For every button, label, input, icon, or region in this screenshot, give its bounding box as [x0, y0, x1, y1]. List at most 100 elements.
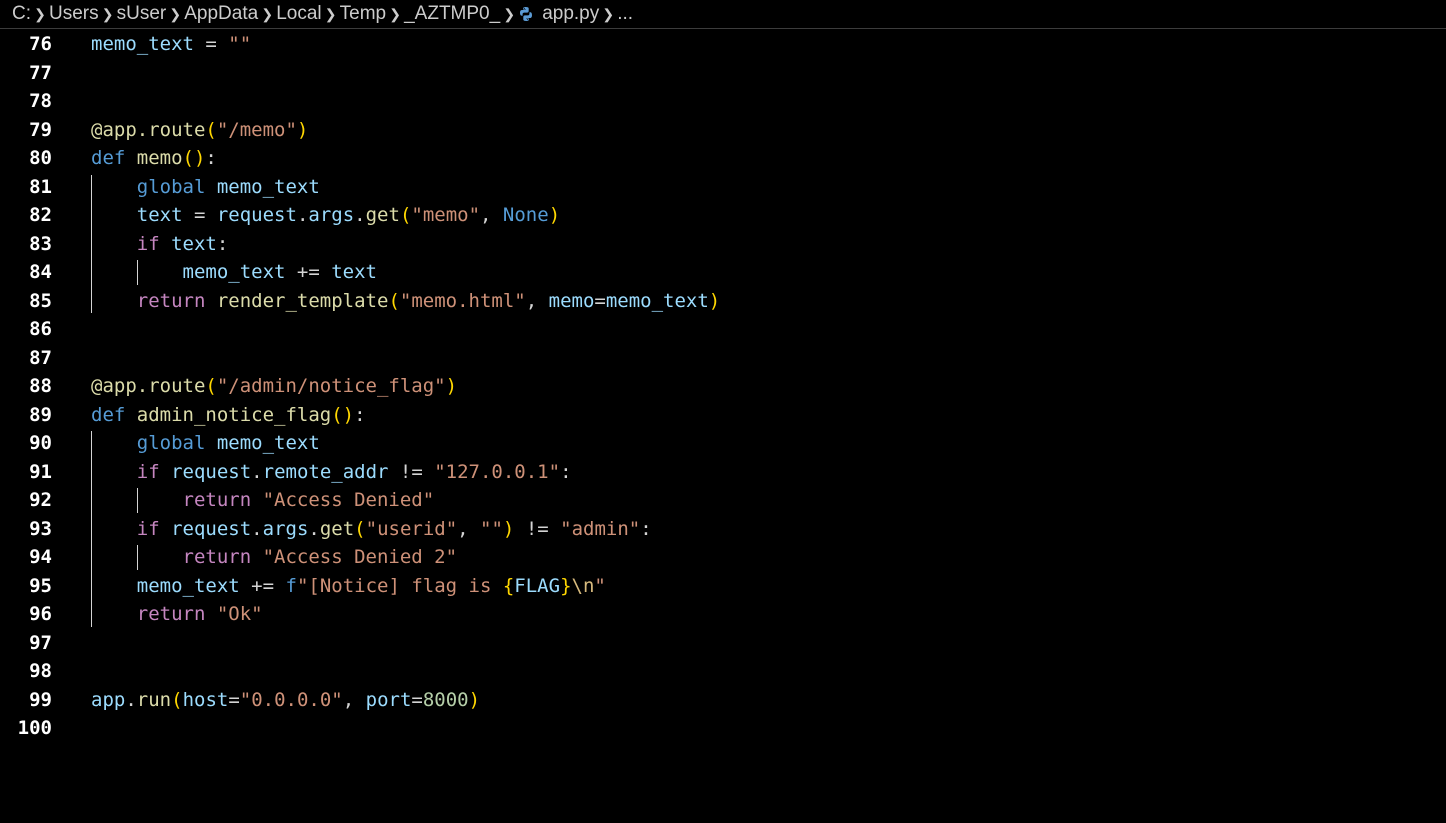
code-token: "Access Denied 2" [262, 546, 458, 568]
code-line[interactable]: 76 memo_text = "" [0, 30, 1446, 58]
code-line[interactable]: 78 [0, 87, 1446, 115]
chevron-right-icon: ❯ [34, 5, 46, 22]
code-token: : [205, 147, 217, 169]
code-text: @app.route("/memo") [91, 116, 308, 144]
code-line[interactable]: 86 [0, 315, 1446, 343]
code-line[interactable]: 82 text = request.args.get("memo", None) [0, 201, 1446, 229]
code-token: FLAG [514, 574, 561, 597]
code-token: if [136, 232, 172, 255]
chevron-right-icon: ❯ [503, 5, 516, 22]
code-token: return [136, 289, 217, 312]
code-line[interactable]: 91 if request.remote_addr != "127.0.0.1"… [0, 458, 1446, 486]
code-line[interactable]: 98 [0, 657, 1446, 685]
code-line[interactable]: 85 return render_template("memo.html", m… [0, 287, 1446, 315]
line-number: 84 [29, 261, 52, 283]
code-line[interactable]: 90 global memo_text [0, 429, 1446, 457]
code-token: args [308, 204, 355, 226]
code-line[interactable]: 77 [0, 59, 1446, 87]
code-token: None [502, 204, 549, 226]
code-line[interactable]: 95 memo_text += f"[Notice] flag is {FLAG… [0, 572, 1446, 600]
line-number: 89 [29, 403, 52, 426]
line-number: 97 [29, 631, 52, 654]
code-token: global [136, 432, 217, 454]
line-number: 88 [29, 375, 52, 397]
code-text: if text: [91, 230, 229, 258]
code-token: @app.route [91, 375, 206, 397]
code-token: memo_text [216, 175, 320, 198]
code-token: request [171, 460, 252, 483]
code-token: "memo" [411, 204, 481, 226]
python-icon [520, 7, 533, 21]
code-token: "Ok" [216, 603, 263, 625]
code-line[interactable]: 100 [0, 714, 1446, 742]
chevron-right-icon: ❯ [169, 5, 182, 22]
breadcrumb-item[interactable]: _AZTMP0_ [404, 3, 500, 25]
code-token: def [91, 403, 137, 426]
breadcrumb-item[interactable]: app.py [542, 3, 599, 25]
code-line[interactable]: 80 def memo(): [0, 144, 1446, 172]
breadcrumb-item[interactable]: ... [617, 3, 633, 25]
breadcrumb-item[interactable]: Temp [340, 3, 386, 25]
code-line[interactable]: 83 if text: [0, 230, 1446, 258]
code-token: , [480, 204, 503, 226]
code-token: : [354, 403, 366, 426]
code-token: memo_text [216, 432, 320, 454]
code-line[interactable]: 84 memo_text += text [0, 258, 1446, 286]
code-text: if request.remote_addr != "127.0.0.1": [91, 458, 572, 486]
code-token: . [308, 517, 320, 540]
code-line[interactable]: 94 return "Access Denied 2" [0, 543, 1446, 571]
code-token: "127.0.0.1" [434, 460, 561, 483]
breadcrumb-item[interactable]: Users [49, 3, 99, 25]
chevron-right-icon: ❯ [101, 5, 114, 22]
code-line[interactable]: 89 def admin_notice_flag(): [0, 401, 1446, 429]
code-token: "0.0.0.0" [239, 688, 343, 711]
breadcrumb-item[interactable]: sUser [117, 3, 167, 25]
code-token: args [262, 517, 309, 540]
code-line[interactable]: 93 if request.args.get("userid", "") != … [0, 515, 1446, 543]
code-token: def [91, 147, 137, 169]
code-token: if [136, 460, 172, 483]
line-number: 80 [29, 147, 52, 169]
code-line[interactable]: 79 @app.route("/memo") [0, 116, 1446, 144]
code-token: text [171, 232, 217, 255]
code-token: ) [708, 289, 721, 312]
code-line[interactable]: 99 app.run(host="0.0.0.0", port=8000) [0, 686, 1446, 714]
code-line[interactable]: 96 return "Ok" [0, 600, 1446, 628]
breadcrumb-item[interactable]: AppData [184, 3, 258, 25]
line-number: 98 [29, 660, 52, 682]
code-token: return [182, 546, 263, 568]
code-token: "[Notice] flag is [296, 574, 503, 597]
code-text: global memo_text [91, 429, 320, 457]
line-number: 77 [29, 61, 52, 84]
code-token: . [125, 688, 137, 711]
breadcrumb-item[interactable]: C: [12, 3, 31, 25]
code-line[interactable]: 87 [0, 344, 1446, 372]
code-text: if request.args.get("userid", "") != "ad… [91, 515, 652, 543]
code-line[interactable]: 97 [0, 629, 1446, 657]
code-text: app.run(host="0.0.0.0", port=8000) [91, 686, 480, 714]
code-editor[interactable]: 76 memo_text = "" 77 78 79 @app.route("/memo"… [0, 30, 1446, 823]
code-text: return "Access Denied" [91, 486, 435, 514]
code-token: request [171, 517, 252, 540]
code-token: , [457, 517, 481, 540]
code-line[interactable]: 92 return "Access Denied" [0, 486, 1446, 514]
line-number: 93 [29, 517, 52, 540]
chevron-right-icon: ❯ [261, 5, 274, 22]
code-text: global memo_text [91, 173, 320, 201]
code-token: = [411, 688, 423, 711]
code-token: : [640, 517, 652, 540]
code-token: "admin" [560, 517, 641, 540]
code-line[interactable]: 88 @app.route("/admin/notice_flag") [0, 372, 1446, 400]
code-token: += [285, 261, 332, 283]
indent-guide [91, 174, 92, 313]
code-token: : [560, 460, 572, 483]
code-token: = [594, 289, 606, 312]
breadcrumb-item[interactable]: Local [276, 3, 321, 25]
code-text: memo_text += f"[Notice] flag is {FLAG}\n… [91, 572, 606, 600]
code-line[interactable]: 81 global memo_text [0, 173, 1446, 201]
